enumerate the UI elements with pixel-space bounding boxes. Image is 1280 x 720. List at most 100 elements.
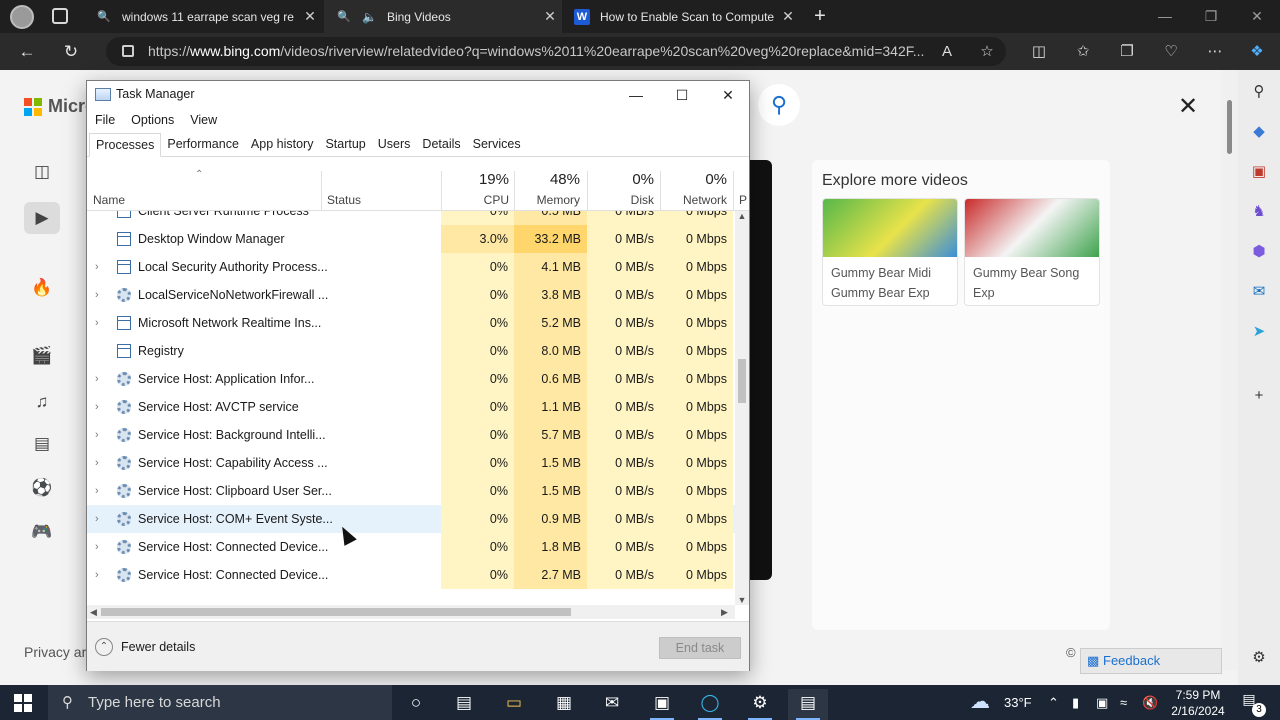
favorite-star-icon[interactable]: ☆: [976, 41, 998, 63]
new-tab-button[interactable]: +: [808, 4, 832, 28]
expand-chevron-icon[interactable]: ›: [95, 421, 105, 449]
file-explorer-icon[interactable]: ▭: [494, 689, 534, 720]
favorites-icon[interactable]: ✩: [1072, 41, 1094, 63]
sidebar-settings-icon[interactable]: ⚙: [1247, 646, 1271, 670]
scrollbar-thumb[interactable]: [101, 608, 571, 616]
copilot-icon[interactable]: ❖: [1246, 41, 1268, 63]
tab-processes[interactable]: Processes: [89, 133, 162, 157]
privacy-link[interactable]: Privacy ar: [24, 644, 86, 660]
refresh-button[interactable]: ↻: [58, 39, 84, 65]
expand-chevron-icon[interactable]: ›: [95, 365, 105, 393]
video-thumbnail[interactable]: [965, 199, 1099, 257]
shopping-icon[interactable]: ◆: [1247, 120, 1271, 144]
column-memory[interactable]: Memory: [514, 193, 580, 207]
read-aloud-icon[interactable]: A: [936, 41, 958, 63]
tab-bing-videos[interactable]: 🔍 🔈 Bing Videos ✕: [324, 0, 562, 33]
profile-avatar[interactable]: [10, 5, 34, 29]
scrollbar-thumb[interactable]: [738, 359, 746, 403]
menu-view[interactable]: View: [182, 111, 225, 131]
table-row[interactable]: › Service Host: AVCTP service 0% 1.1 MB 0 MB…: [87, 393, 737, 421]
table-row[interactable]: › Service Host: COM+ Event Syste... 0% 0.9 …: [87, 505, 737, 533]
collections-icon[interactable]: ❐: [1116, 41, 1138, 63]
table-row[interactable]: › Service Host: Clipboard User Ser... 0% 1.…: [87, 477, 737, 505]
video-title[interactable]: Gummy Bear Midi Gummy Bear Exp: [823, 257, 957, 305]
table-row[interactable]: › Service Host: Background Intelli... 0% 5.…: [87, 421, 737, 449]
video-card[interactable]: Gummy Bear Midi Gummy Bear Exp: [822, 198, 958, 306]
table-row[interactable]: Desktop Window Manager 3.0% 33.2 MB 0 MB/s 0…: [87, 225, 737, 253]
video-thumbnail[interactable]: [823, 199, 957, 257]
add-sidebar-app-icon[interactable]: +: [1247, 384, 1271, 408]
expand-chevron-icon[interactable]: ›: [95, 533, 105, 561]
search-icon[interactable]: ⚲: [1247, 80, 1271, 104]
close-browser-button[interactable]: ✕: [1234, 0, 1280, 33]
video-player[interactable]: [750, 160, 772, 580]
process-vertical-scrollbar[interactable]: ▲ ▼: [735, 211, 749, 605]
column-network[interactable]: Network: [660, 193, 727, 207]
trending-flame-icon[interactable]: 🔥: [24, 272, 60, 304]
m365-icon[interactable]: ⬢: [1247, 240, 1271, 264]
cortana-icon[interactable]: ○: [396, 689, 436, 720]
sidebar-panel-icon[interactable]: ◫: [24, 156, 60, 188]
back-button[interactable]: ←: [14, 39, 40, 65]
process-horizontal-scrollbar[interactable]: ◀ ▶: [87, 605, 735, 619]
close-tab-icon[interactable]: ✕: [776, 8, 800, 25]
screen-recorder-icon[interactable]: ▣: [642, 689, 682, 720]
task-manager-taskbar-icon[interactable]: ▤: [788, 689, 828, 720]
tab-actions-icon[interactable]: [52, 8, 68, 24]
table-row[interactable]: › Service Host: Capability Access ... 0% 1.…: [87, 449, 737, 477]
video-card[interactable]: Gummy Bear Song Exp: [964, 198, 1100, 306]
table-row[interactable]: › Service Host: Connected Device... 0% 2.7 …: [87, 561, 737, 589]
expand-chevron-icon[interactable]: ›: [95, 281, 105, 309]
page-scrollbar[interactable]: [1222, 70, 1238, 670]
table-row[interactable]: › Local Security Authority Process... 0% 4.…: [87, 253, 737, 281]
restore-browser-button[interactable]: ❐: [1188, 0, 1234, 33]
column-disk[interactable]: Disk: [587, 193, 654, 207]
column-name[interactable]: Name: [93, 193, 125, 207]
scroll-up-icon[interactable]: ▲: [735, 211, 749, 221]
scroll-left-icon[interactable]: ◀: [90, 605, 97, 619]
table-row[interactable]: › LocalServiceNoNetworkFirewall ... 0% 3.8 …: [87, 281, 737, 309]
more-menu-icon[interactable]: ⋯: [1204, 41, 1226, 63]
close-tab-icon[interactable]: ✕: [538, 8, 562, 25]
mail-icon[interactable]: ✉: [592, 689, 632, 720]
cpu-total[interactable]: 19%: [441, 171, 509, 188]
drop-icon[interactable]: ➤: [1247, 320, 1271, 344]
fewer-details-button[interactable]: ⌃ Fewer details: [95, 638, 195, 656]
video-title[interactable]: Gummy Bear Song Exp: [965, 257, 1099, 305]
scroll-down-icon[interactable]: ▼: [735, 595, 749, 605]
table-row[interactable]: › Service Host: Application Infor... 0% 0.6…: [87, 365, 737, 393]
table-row[interactable]: Registry 0% 8.0 MB 0 MB/s 0 Mbps: [87, 337, 737, 365]
expand-chevron-icon[interactable]: ›: [95, 393, 105, 421]
expand-chevron-icon[interactable]: ›: [95, 449, 105, 477]
network-icon[interactable]: ▣: [1096, 685, 1108, 720]
chevron-up-icon[interactable]: ⌃: [1048, 685, 1059, 720]
gaming-icon[interactable]: 🎮: [24, 516, 60, 548]
expand-chevron-icon[interactable]: ›: [95, 561, 105, 589]
edge-icon[interactable]: ◯: [690, 689, 730, 720]
column-power-truncated[interactable]: P: [739, 193, 749, 207]
notification-center-icon[interactable]: ▤ 3: [1238, 691, 1266, 717]
expand-chevron-icon[interactable]: ›: [95, 477, 105, 505]
tab-startup[interactable]: Startup: [319, 133, 371, 156]
volume-muted-icon[interactable]: 🔇: [1142, 685, 1158, 720]
lock-icon[interactable]: [122, 45, 134, 57]
tab-details[interactable]: Details: [416, 133, 466, 156]
task-manager-titlebar[interactable]: Task Manager — ☐ ✕: [87, 81, 749, 109]
tab-performance[interactable]: Performance: [161, 133, 245, 156]
tab-word-doc[interactable]: W How to Enable Scan to Compute ✕: [562, 0, 800, 33]
maximize-button[interactable]: ☐: [659, 81, 705, 109]
wifi-icon[interactable]: ≈: [1120, 685, 1127, 720]
start-button[interactable]: [14, 694, 32, 712]
menu-file[interactable]: File: [87, 111, 123, 131]
memory-total[interactable]: 48%: [514, 171, 580, 188]
movies-icon[interactable]: 🎬: [24, 340, 60, 372]
scrollbar-thumb[interactable]: [1227, 100, 1232, 154]
tab-app-history[interactable]: App history: [245, 133, 320, 156]
system-clock[interactable]: 7:59 PM 2/16/2024: [1166, 687, 1230, 719]
expand-chevron-icon[interactable]: ›: [95, 309, 105, 337]
disk-total[interactable]: 0%: [587, 171, 654, 188]
tab-services[interactable]: Services: [467, 133, 527, 156]
scroll-right-icon[interactable]: ▶: [721, 605, 728, 619]
taskbar-search-box[interactable]: ⚲ Type here to search: [48, 685, 392, 720]
search-button[interactable]: ⚲: [758, 84, 800, 126]
